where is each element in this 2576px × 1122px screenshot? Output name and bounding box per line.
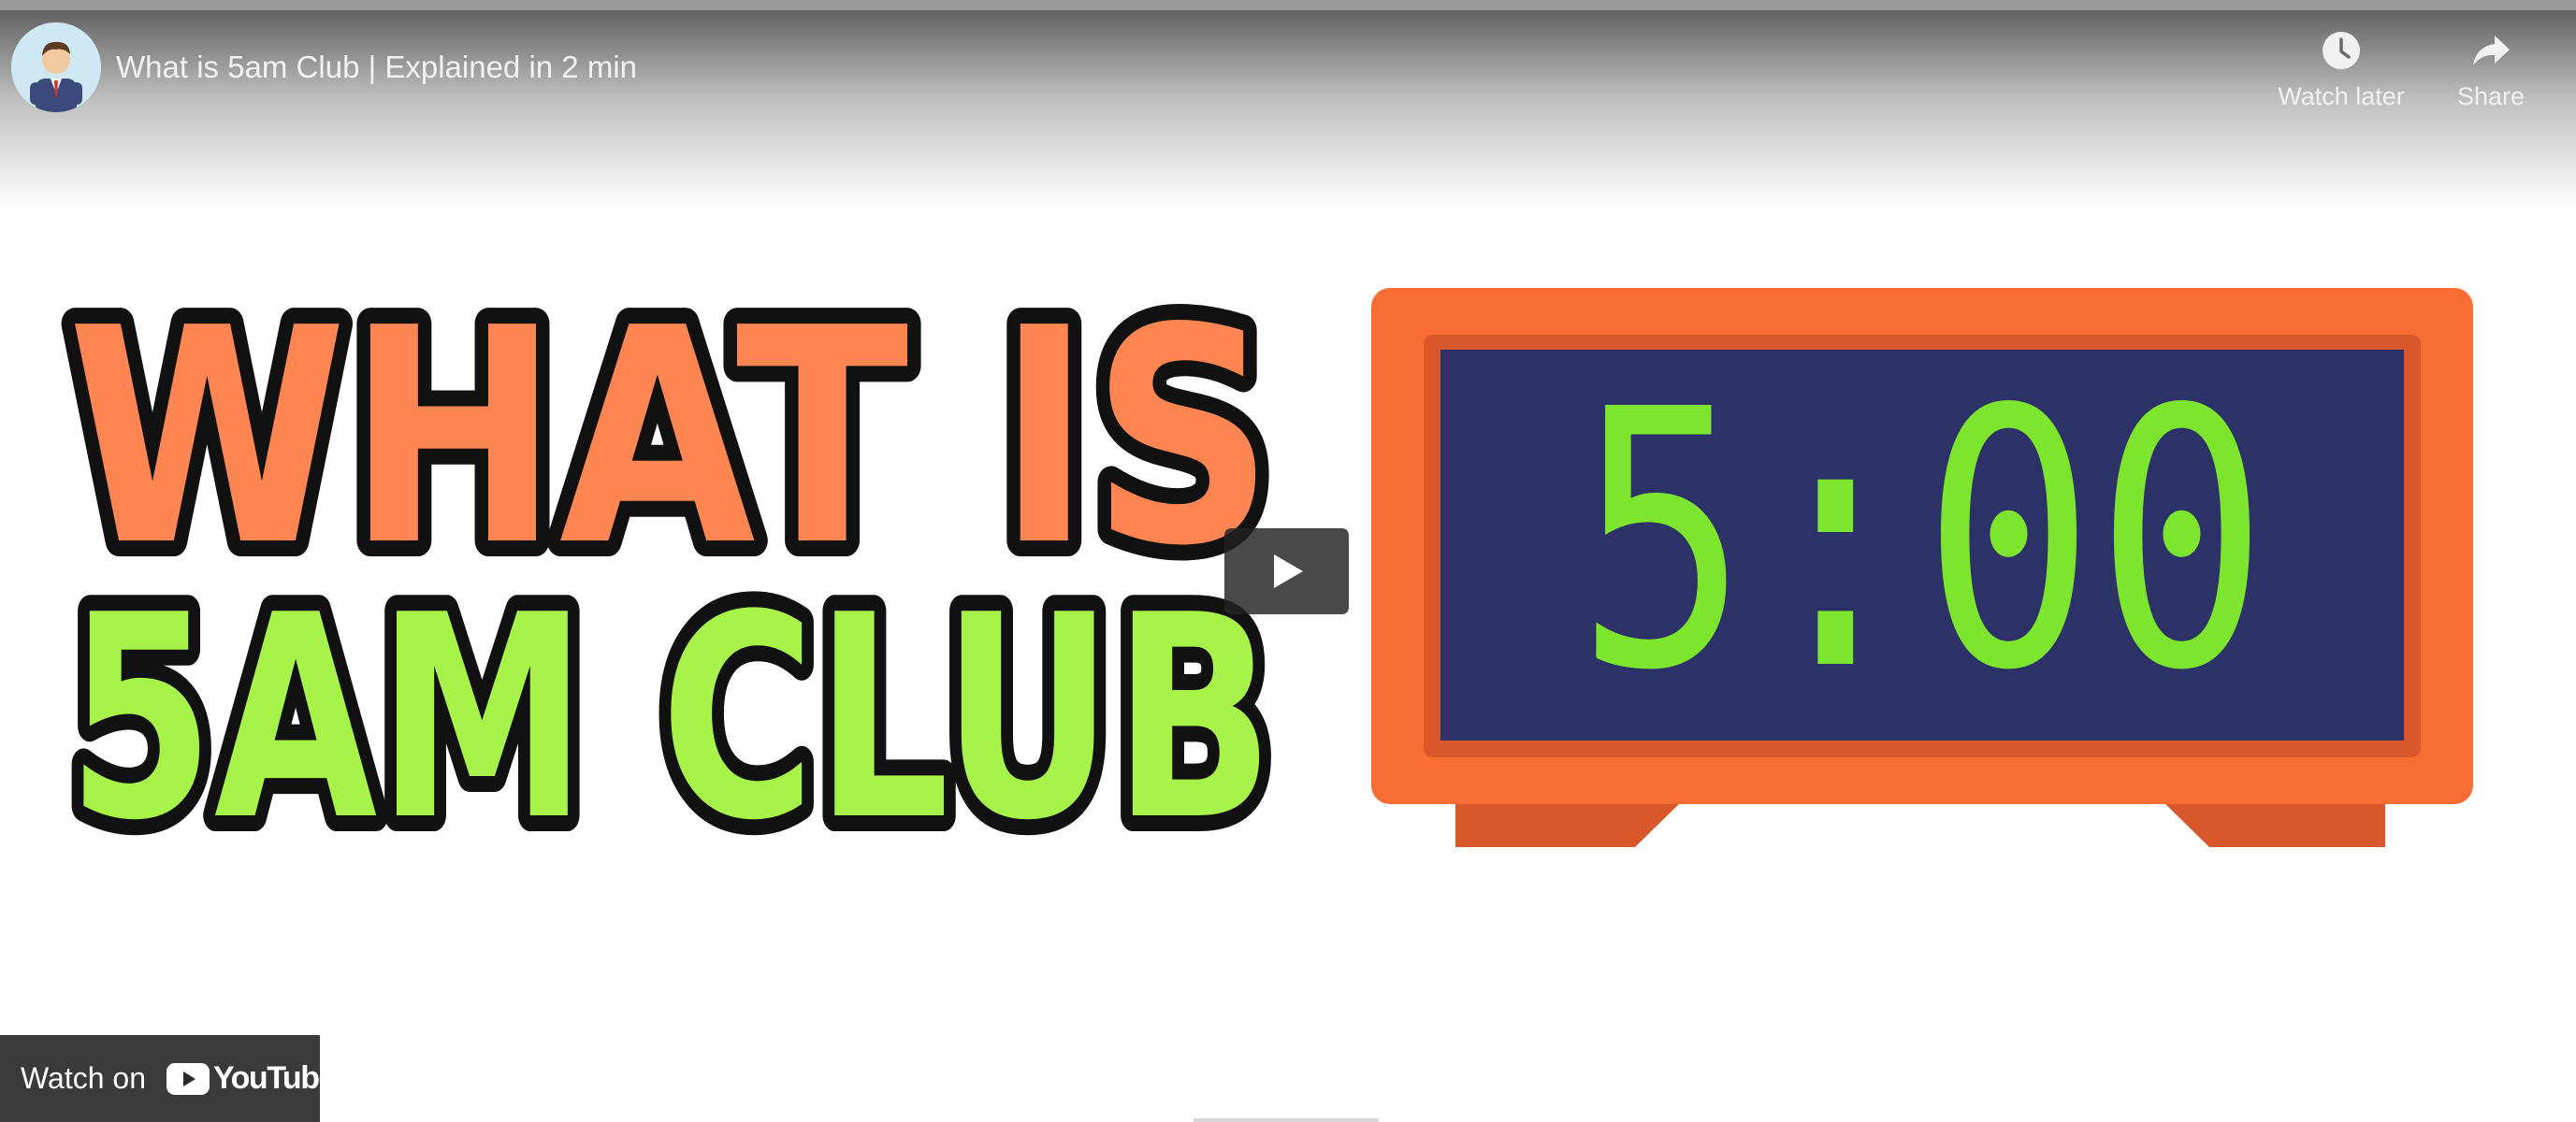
channel-avatar[interactable] [11, 22, 101, 112]
watch-on-label: Watch on [21, 1061, 146, 1095]
clock-icon [2323, 32, 2360, 69]
top-border [0, 0, 2576, 10]
clock-foot-left [1455, 799, 1684, 847]
cartoon-businessman-avatar-icon [11, 22, 101, 112]
watch-on-youtube-button[interactable]: Watch on YouTube [0, 1035, 336, 1122]
clock-display: 5:00 [1576, 334, 2268, 748]
share-button[interactable]: Share [2411, 30, 2570, 123]
bottom-scrub-indicator [1194, 1118, 1379, 1122]
headline-line-2-fill: 5AM CLUB [67, 555, 1274, 882]
youtube-embed-player: WHAT IS WHAT IS 5AM CLUB 5AM CLUB 5:00 W… [0, 0, 2576, 1122]
watch-later-button[interactable]: Watch later [2262, 30, 2421, 123]
play-icon [1224, 528, 1349, 614]
youtube-wordmark: YouTube [213, 1060, 336, 1096]
share-label: Share [2456, 82, 2525, 110]
watch-later-label: Watch later [2278, 82, 2405, 110]
share-arrow-icon [2473, 36, 2510, 65]
video-title-link[interactable]: What is 5am Club | Explained in 2 min [116, 49, 637, 86]
play-button[interactable] [1223, 526, 1351, 616]
clock-foot-right [2161, 799, 2385, 847]
youtube-logo-icon [166, 1063, 210, 1095]
thumbnail-headline: WHAT IS WHAT IS 5AM CLUB 5AM CLUB [51, 249, 1290, 898]
digital-clock-illustration: 5:00 [1371, 288, 2473, 847]
